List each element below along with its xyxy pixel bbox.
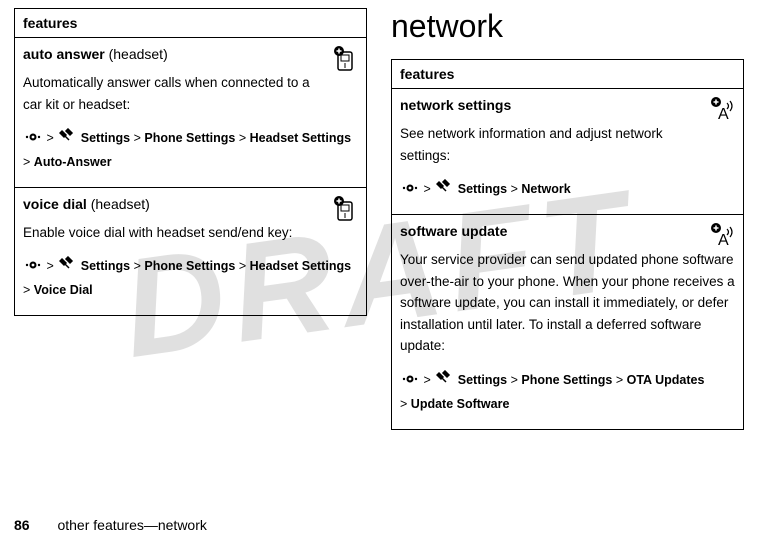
feature-title-bold: voice dial	[23, 196, 87, 212]
center-key-icon	[402, 369, 418, 393]
gt: >	[423, 182, 430, 196]
gt: >	[46, 131, 53, 145]
feature-cell: auto answer (headset) Automatically answ…	[15, 38, 367, 188]
antenna-plus-icon: A	[707, 95, 737, 128]
page-number: 86	[14, 517, 30, 533]
gt: >	[511, 373, 518, 387]
headset-plus-icon	[330, 194, 360, 227]
path-seg: Phone Settings	[144, 131, 235, 145]
gt: >	[23, 155, 30, 169]
feature-title-paren: (headset)	[91, 196, 150, 212]
path-seg: Update Software	[411, 397, 510, 411]
feature-title: auto answer (headset)	[23, 46, 358, 62]
gt: >	[616, 373, 623, 387]
feature-title-paren: (headset)	[109, 46, 168, 62]
tools-icon	[436, 369, 452, 393]
feature-desc: Enable voice dial with headset send/end …	[23, 222, 358, 244]
feature-path: > Settings > Phone Settings > Headset Se…	[23, 255, 358, 303]
gt: >	[23, 283, 30, 297]
features-table-right: features A network settings	[391, 59, 744, 430]
gt: >	[134, 260, 141, 274]
feature-desc: Automatically answer calls when connecte…	[23, 72, 358, 115]
center-key-icon	[25, 127, 41, 151]
page-content: features auto an	[0, 0, 758, 492]
feature-desc: Your service provider can send updated p…	[400, 249, 735, 357]
tools-icon	[436, 178, 452, 202]
feature-desc: See network information and adjust netwo…	[400, 123, 735, 166]
path-seg: Headset Settings	[250, 131, 351, 145]
tools-icon	[59, 255, 75, 279]
path-seg: Settings	[458, 182, 507, 196]
antenna-plus-icon: A	[707, 221, 737, 254]
table-header: features	[15, 9, 367, 38]
feature-title-bold: auto answer	[23, 46, 105, 62]
path-seg: OTA Updates	[627, 373, 705, 387]
right-column: network features A	[391, 8, 744, 492]
features-table-left: features auto an	[14, 8, 367, 316]
gt: >	[400, 397, 407, 411]
feature-path: > Settings > Network	[400, 178, 735, 202]
gt: >	[134, 131, 141, 145]
center-key-icon	[402, 178, 418, 202]
path-seg: Headset Settings	[250, 260, 351, 274]
headset-plus-icon	[330, 44, 360, 77]
path-seg: Settings	[81, 131, 130, 145]
path-seg: Phone Settings	[144, 260, 235, 274]
gt: >	[423, 373, 430, 387]
path-seg: Phone Settings	[521, 373, 612, 387]
feature-title: software update	[400, 223, 735, 239]
gt: >	[239, 131, 246, 145]
table-header: features	[392, 60, 744, 89]
feature-cell: A software update Your service provider …	[392, 215, 744, 430]
path-seg: Auto-Answer	[34, 155, 112, 169]
path-seg: Settings	[81, 260, 130, 274]
center-key-icon	[25, 255, 41, 279]
feature-cell: voice dial (headset) Enable voice dial w…	[15, 187, 367, 315]
feature-title: network settings	[400, 97, 735, 113]
path-seg: Settings	[458, 373, 507, 387]
path-seg: Voice Dial	[34, 283, 93, 297]
feature-cell: A network settings See network informati…	[392, 89, 744, 215]
gt: >	[511, 182, 518, 196]
feature-title: voice dial (headset)	[23, 196, 358, 212]
feature-path: > Settings > Phone Settings > OTA Update…	[400, 369, 735, 417]
tools-icon	[59, 127, 75, 151]
gt: >	[239, 260, 246, 274]
feature-title-bold: network settings	[400, 97, 511, 113]
gt: >	[46, 260, 53, 274]
page-footer: 86 other features—network	[14, 517, 207, 533]
path-seg: Network	[521, 182, 570, 196]
feature-title-bold: software update	[400, 223, 507, 239]
feature-path: > Settings > Phone Settings > Headset Se…	[23, 127, 358, 175]
left-column: features auto an	[14, 8, 367, 492]
footer-text: other features—network	[57, 517, 206, 533]
section-heading: network	[391, 8, 744, 45]
